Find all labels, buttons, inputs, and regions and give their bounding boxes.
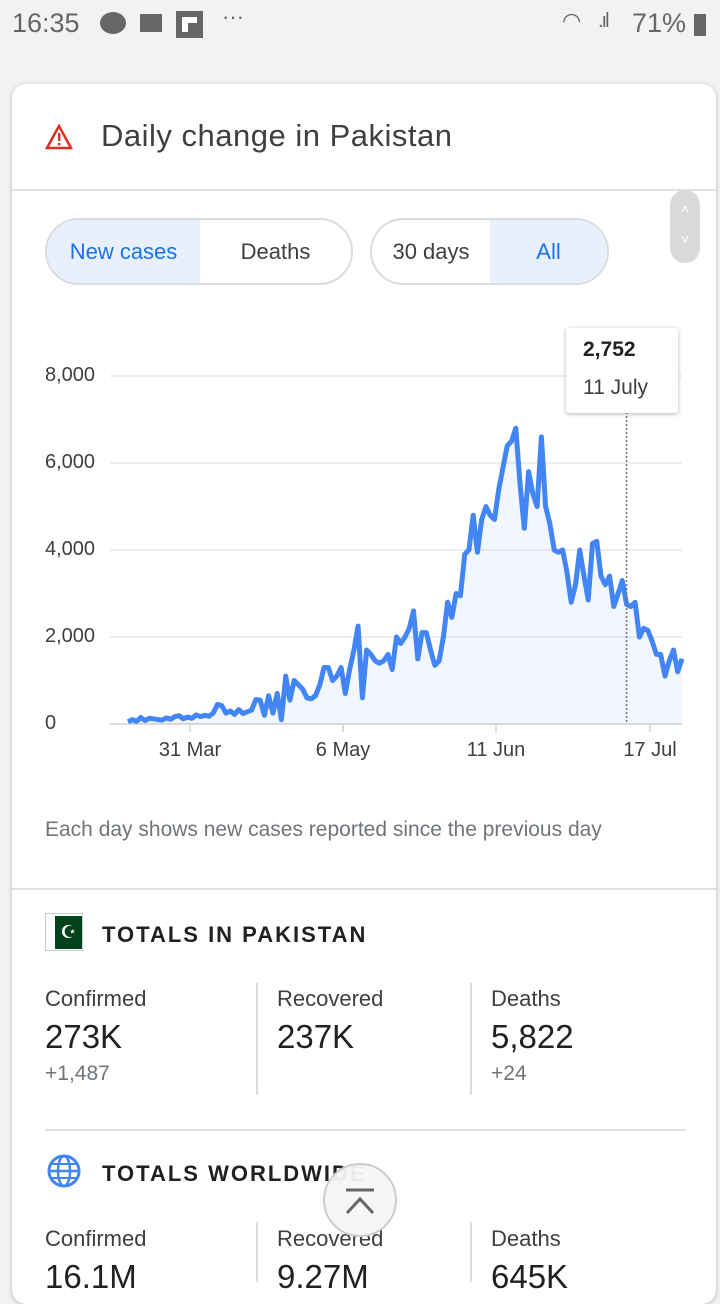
divider xyxy=(470,1222,472,1282)
stat-deaths: Deaths 5,822 +24 xyxy=(491,986,574,1086)
divider xyxy=(256,1222,258,1282)
stat-value: 9.27M xyxy=(277,1258,383,1296)
stat-value: 5,822 xyxy=(491,1018,574,1056)
section-title-pakistan: TOTALS IN PAKISTAN xyxy=(102,922,367,948)
stat-value: 237K xyxy=(277,1018,383,1056)
stat-confirmed: Confirmed 273K +1,487 xyxy=(45,986,146,1086)
world-stat-confirmed: Confirmed 16.1M xyxy=(45,1226,146,1296)
chart-footnote: Each day shows new cases reported since … xyxy=(45,815,665,844)
stat-label: Confirmed xyxy=(45,986,146,1012)
stat-value: 273K xyxy=(45,1018,146,1056)
chevron-up-icon xyxy=(343,1187,377,1217)
stat-delta: +1,487 xyxy=(45,1062,146,1086)
stat-recovered: Recovered 237K xyxy=(277,986,383,1056)
divider xyxy=(256,983,258,1095)
scroll-to-top-button[interactable] xyxy=(323,1163,397,1237)
globe-icon xyxy=(47,1154,81,1188)
divider xyxy=(12,888,716,890)
tooltip-date: 11 July xyxy=(583,376,678,400)
stat-value: 645K xyxy=(491,1258,568,1296)
stat-label: Deaths xyxy=(491,1226,568,1252)
stat-label: Recovered xyxy=(277,986,383,1012)
chart-tooltip: 2,752 11 July xyxy=(566,328,678,413)
world-stat-recovered: Recovered9.27M xyxy=(277,1226,383,1296)
tooltip-value: 2,752 xyxy=(583,338,678,362)
stat-delta: +24 xyxy=(491,1062,574,1086)
divider xyxy=(45,1129,686,1131)
stat-value: 16.1M xyxy=(45,1258,146,1296)
pakistan-flag-icon: ☪ xyxy=(45,913,83,951)
stat-label: Confirmed xyxy=(45,1226,146,1252)
world-stat-deaths: Deaths 645K xyxy=(491,1226,568,1296)
divider xyxy=(470,983,472,1095)
stat-label: Deaths xyxy=(491,986,574,1012)
